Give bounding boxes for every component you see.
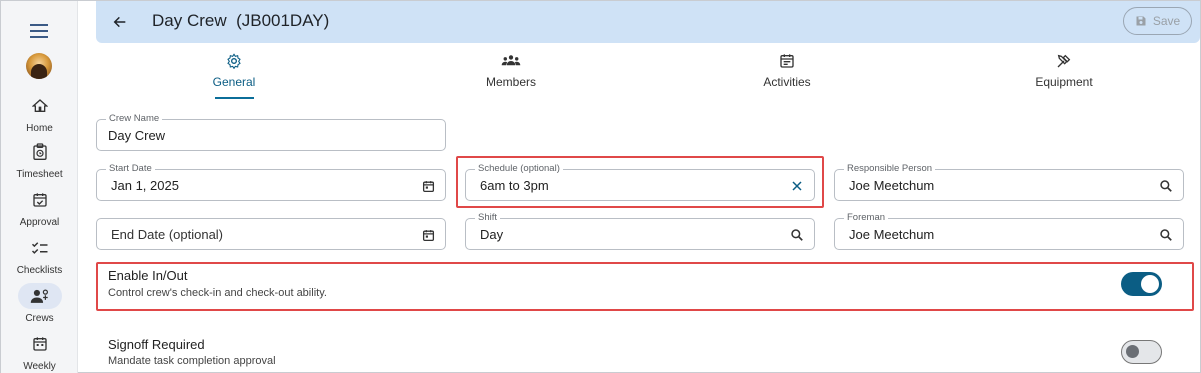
active-tab-indicator [215, 97, 254, 99]
responsible-person-field[interactable]: Responsible Person Joe Meetchum [834, 163, 1184, 201]
field-label: Foreman [844, 212, 889, 224]
inout-title: Enable In/Out [108, 268, 188, 283]
field-value: Jan 1, 2025 [111, 178, 179, 193]
sidebar-item-label: Weekly [23, 361, 56, 372]
home-icon [31, 99, 48, 112]
sidebar-item-approval[interactable]: Approval [1, 187, 78, 228]
sidebar-item-label: Home [26, 123, 53, 134]
field-value: Day Crew [108, 128, 166, 143]
sidebar-item-timesheet[interactable]: Timesheet [1, 139, 78, 180]
tab-label: Members [485, 75, 536, 89]
sidebar-item-label: Timesheet [16, 169, 63, 180]
crews-icon [30, 289, 48, 303]
menu-icon[interactable] [27, 19, 51, 43]
foreman-field[interactable]: Foreman Joe Meetchum [834, 212, 1184, 250]
search-icon[interactable] [1157, 226, 1175, 244]
calendar-icon[interactable] [419, 226, 437, 244]
signoff-description: Mandate task completion approval [108, 355, 276, 367]
gear-icon [227, 53, 241, 69]
field-label: Schedule (optional) [475, 163, 563, 175]
sidebar-item-weekly[interactable]: Weekly [1, 331, 78, 372]
sidebar-item-label: Crews [25, 313, 54, 324]
field-label: Responsible Person [844, 163, 936, 175]
end-date-field[interactable]: End Date (optional) [96, 218, 446, 250]
sidebar: Home Timesheet Approval Checklists Crews… [1, 1, 78, 373]
sidebar-item-label: Approval [19, 217, 60, 228]
tools-icon [1057, 54, 1071, 68]
shift-field[interactable]: Shift Day [465, 212, 815, 250]
field-label: Shift [475, 212, 501, 224]
field-value: Joe Meetchum [849, 227, 935, 242]
sidebar-item-label: Checklists [16, 265, 63, 276]
save-icon [1136, 16, 1146, 26]
timesheet-icon [32, 143, 47, 161]
avatar[interactable] [26, 53, 52, 79]
checklist-icon [31, 242, 47, 254]
page-title: Day Crew (JB001DAY) [152, 11, 330, 30]
tab-equipment[interactable]: Equipment [1014, 53, 1114, 101]
tab-label: Activities [763, 75, 811, 89]
save-button[interactable]: Save [1123, 7, 1192, 35]
event-note-icon [780, 54, 794, 68]
back-arrow-icon[interactable] [108, 10, 132, 34]
group-icon [501, 55, 521, 66]
calendar-icon[interactable] [419, 177, 437, 195]
toggle-knob [1141, 275, 1159, 293]
field-value: 6am to 3pm [480, 178, 549, 193]
inout-toggle[interactable] [1121, 272, 1162, 296]
inout-description: Control crew's check-in and check-out ab… [108, 287, 327, 299]
tab-label: General [212, 75, 256, 89]
tab-members[interactable]: Members [461, 53, 561, 101]
field-value: Day [480, 227, 504, 242]
header-bar: Day Crew (JB001DAY) Save [96, 1, 1200, 43]
sidebar-item-home[interactable]: Home [1, 93, 78, 134]
search-icon[interactable] [1157, 177, 1175, 195]
toggle-knob [1126, 345, 1139, 358]
field-placeholder: End Date (optional) [111, 227, 224, 242]
save-label: Save [1152, 14, 1181, 28]
sidebar-item-checklists[interactable]: Checklists [1, 235, 78, 276]
field-value: Joe Meetchum [849, 178, 935, 193]
signoff-title: Signoff Required [108, 337, 205, 352]
calendar-icon [32, 337, 47, 351]
crew-name-field[interactable]: Crew Name Day Crew [96, 113, 446, 151]
field-label: Crew Name [106, 113, 163, 125]
tab-general[interactable]: General [184, 53, 284, 101]
start-date-field[interactable]: Start Date Jan 1, 2025 [96, 163, 446, 201]
sidebar-item-crews[interactable]: Crews [1, 283, 78, 324]
approval-icon [32, 193, 47, 207]
search-icon[interactable] [788, 226, 806, 244]
signoff-toggle[interactable] [1121, 340, 1162, 364]
tab-label: Equipment [1035, 75, 1093, 89]
tab-activities[interactable]: Activities [737, 53, 837, 101]
clear-icon[interactable] [788, 177, 806, 195]
field-label: Start Date [106, 163, 155, 175]
schedule-field[interactable]: Schedule (optional) 6am to 3pm [465, 163, 815, 201]
